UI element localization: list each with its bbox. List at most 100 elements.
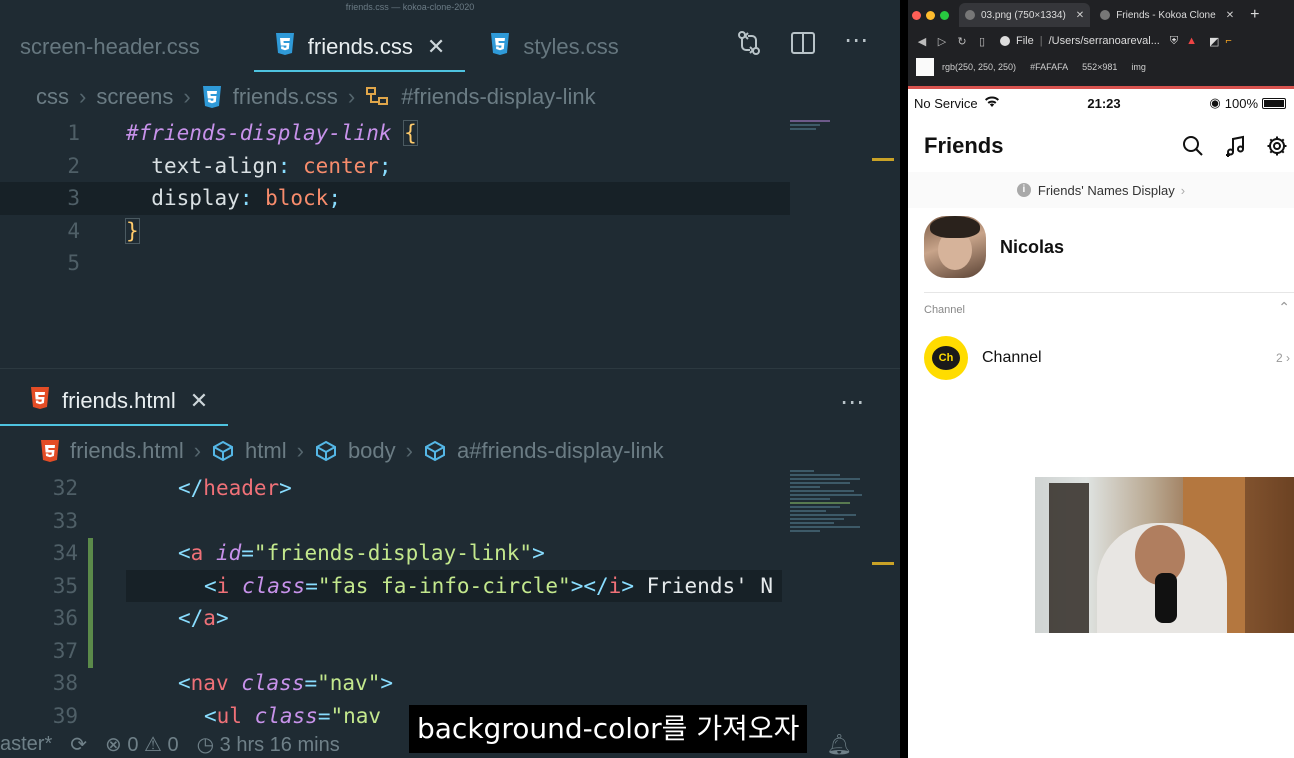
section-label: Channel	[924, 304, 965, 316]
maximize-window-button[interactable]	[940, 10, 949, 20]
code-line: 38 <nav class="nav">	[0, 667, 790, 700]
line-number: 1	[67, 121, 80, 146]
browser-tab-strip: 03.png (750×1334) ✕ Friends - Kokoa Clon…	[908, 0, 1294, 30]
compare-changes-icon[interactable]	[736, 30, 762, 56]
pane-divider[interactable]	[0, 368, 900, 369]
hex-value: #FAFAFA	[1030, 62, 1069, 72]
code-line-current: 3 display: block;	[0, 182, 790, 215]
more-actions-icon[interactable]: ⋯	[844, 28, 870, 56]
text-content: Friends' N	[633, 573, 774, 598]
code-line: 34 <a id="friends-display-link">	[0, 537, 790, 570]
address-bar: ◀ ▷ ↻ ▯ File | /Users/serranoareval... ⛨…	[908, 30, 1294, 52]
url-field[interactable]: File | /Users/serranoareval...	[1000, 35, 1160, 47]
breadcrumb-item[interactable]: friends.css	[233, 84, 338, 110]
breadcrumb-item[interactable]: html	[245, 438, 287, 464]
bookmark-icon[interactable]: ▯	[972, 35, 992, 48]
scroll-marker	[872, 562, 894, 565]
attribute-value: "nav"	[317, 671, 381, 696]
close-window-button[interactable]	[912, 10, 921, 20]
chevron-right-icon: ›	[79, 84, 87, 109]
tab-label: screen-header.css	[20, 34, 200, 59]
divider	[924, 292, 1294, 293]
search-icon[interactable]	[1182, 135, 1204, 157]
tab-screen-header-css[interactable]: screen-header.css	[0, 22, 220, 72]
html-code-area[interactable]: 32 </header> 33 34 <a id="friends-displa…	[0, 472, 790, 732]
chevron-up-icon[interactable]: ⌃	[1278, 300, 1290, 316]
window-title: friends.css — kokoa-clone-2020	[345, 2, 475, 12]
close-icon[interactable]: ✕	[1076, 10, 1084, 21]
shield-icon[interactable]: ⛨	[1170, 35, 1178, 48]
webcam-shelf	[1049, 483, 1089, 633]
close-icon[interactable]: ✕	[190, 388, 208, 414]
split-editor-icon[interactable]	[790, 30, 816, 56]
size-value: 552×981	[1082, 62, 1118, 72]
time-tracker[interactable]: ◷ 3 hrs 16 mins	[197, 732, 340, 757]
profile-name: Nicolas	[1000, 236, 1065, 257]
alert-icon[interactable]: ▲	[1186, 35, 1197, 47]
line-number: 37	[52, 638, 78, 663]
breadcrumb-item[interactable]: body	[348, 438, 396, 464]
css-file-icon	[489, 32, 511, 62]
forward-icon[interactable]: ▷	[932, 35, 952, 48]
problems-indicator[interactable]: ⊗ 0 ⚠ 0	[105, 732, 179, 757]
rgb-value: rgb(250, 250, 250)	[942, 62, 1017, 72]
battery-icon	[1262, 97, 1286, 109]
tab-friends-html[interactable]: friends.html ✕	[0, 376, 229, 426]
css-file-icon	[201, 85, 223, 109]
gear-icon[interactable]	[1266, 135, 1288, 157]
top-border	[908, 86, 1294, 89]
css-selector: #friends-display-link	[126, 121, 392, 146]
music-icon[interactable]	[1224, 135, 1246, 157]
new-tab-button[interactable]: +	[1250, 6, 1259, 24]
html-attribute: class	[254, 703, 318, 728]
code-line: 5	[0, 247, 790, 280]
display-link-label: Friends' Names Display	[1037, 182, 1175, 198]
globe-icon	[1100, 10, 1111, 20]
status-right: ◉ 100%	[1209, 95, 1286, 111]
sync-icon[interactable]: ⟳	[70, 732, 87, 757]
breadcrumb-item[interactable]: #friends-display-link	[401, 84, 595, 110]
color-swatch	[916, 58, 934, 76]
breadcrumb-item[interactable]: screens	[96, 84, 173, 110]
code-editor: friends.css — kokoa-clone-2020 screen-he…	[0, 0, 900, 758]
tab-label: styles.css	[523, 34, 619, 59]
breadcrumb-item[interactable]: friends.html	[70, 438, 184, 464]
browser-tab-image[interactable]: 03.png (750×1334) ✕	[959, 3, 1091, 27]
html-attribute: class	[241, 573, 306, 598]
tab-styles-css[interactable]: styles.css	[469, 22, 638, 72]
close-icon[interactable]: ✕	[427, 34, 445, 60]
time-value: 3 hrs 16 mins	[219, 733, 340, 756]
minimize-window-button[interactable]	[926, 10, 935, 20]
friends-display-link[interactable]: i Friends' Names Display ›	[908, 172, 1294, 208]
back-icon[interactable]: ◀	[912, 35, 932, 48]
close-brace: }	[125, 217, 140, 244]
tag-value: img	[1131, 62, 1146, 72]
channel-row[interactable]: Ch Channel 2 ›	[924, 334, 1294, 382]
css-code-area[interactable]: 1 #friends-display-link { 2 text-align: …	[0, 117, 790, 280]
breadcrumb-item[interactable]: a#friends-display-link	[457, 438, 664, 464]
chevron-right-icon: ›	[405, 438, 413, 463]
html-tag: ul	[216, 703, 242, 728]
code-line: 2 text-align: center;	[0, 150, 790, 183]
ruler-icon[interactable]: ⌐	[1225, 35, 1231, 47]
video-subtitle: background-color를 가져오자	[409, 705, 808, 753]
extension-icon[interactable]: ◩	[1209, 35, 1219, 48]
minimap[interactable]	[790, 118, 870, 358]
html-tag: a	[203, 606, 216, 631]
info-icon[interactable]	[1000, 36, 1010, 46]
minimap[interactable]	[790, 468, 870, 628]
close-icon[interactable]: ✕	[1226, 10, 1234, 21]
git-branch[interactable]: aster*	[0, 733, 52, 756]
my-profile-row[interactable]: Nicolas	[924, 214, 1294, 280]
breadcrumb-item[interactable]: css	[36, 84, 69, 110]
tab-friends-css[interactable]: friends.css ✕	[253, 22, 466, 72]
webcam-overlay	[1035, 477, 1294, 633]
reload-icon[interactable]: ↻	[952, 35, 972, 48]
avatar	[924, 216, 986, 278]
line-number: 39	[52, 703, 78, 728]
line-number: 38	[52, 671, 78, 696]
browser-tab-friends[interactable]: Friends - Kokoa Clone ✕	[1094, 3, 1240, 27]
bell-icon[interactable]: 🔔︎	[827, 732, 852, 757]
more-actions-icon[interactable]: ⋯	[840, 388, 864, 416]
line-number: 2	[67, 153, 80, 178]
